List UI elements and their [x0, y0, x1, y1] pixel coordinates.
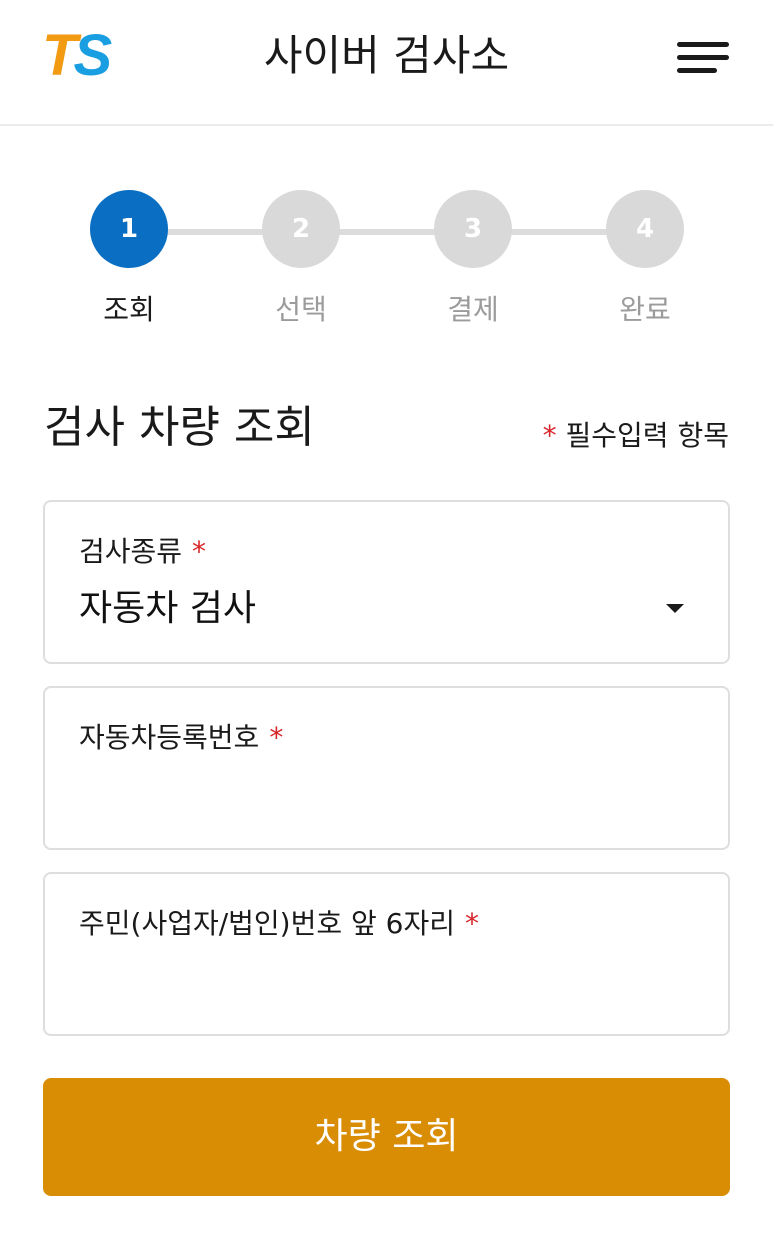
step-number: 2: [262, 190, 340, 268]
app-title: 사이버 검사소: [263, 31, 510, 80]
step-label: 완료: [619, 293, 671, 326]
menu-line: [677, 68, 717, 73]
inspection-type-value: 자동차 검사: [79, 588, 257, 629]
required-asterisk: *: [269, 721, 284, 754]
required-note: * 필수입력 항목: [543, 416, 729, 456]
progress-stepper: 1 조회 2 선택 3 결제 4 완료: [0, 190, 773, 340]
field-label-text: 주민(사업자/법인)번호 앞 6자리: [79, 907, 456, 940]
registration-number-input[interactable]: [77, 776, 697, 826]
step-number: 4: [606, 190, 684, 268]
step-2: 2 선택: [241, 190, 361, 328]
resident-number-label: 주민(사업자/법인)번호 앞 6자리 *: [79, 904, 479, 944]
menu-line: [677, 42, 729, 47]
required-note-text: 필수입력 항목: [565, 419, 729, 452]
stepper-track: [129, 229, 645, 235]
resident-number-field: 주민(사업자/법인)번호 앞 6자리 *: [43, 872, 730, 1036]
step-1: 1 조회: [69, 190, 189, 328]
section-title: 검사 차량 조회: [44, 402, 315, 453]
dropdown-caret-icon[interactable]: [666, 604, 684, 613]
registration-number-field: 자동차등록번호 *: [43, 686, 730, 850]
field-label-text: 검사종류: [79, 535, 183, 568]
required-asterisk: *: [542, 419, 557, 452]
step-4: 4 완료: [585, 190, 705, 328]
required-asterisk: *: [465, 907, 480, 940]
app-header: TS 사이버 검사소: [0, 0, 773, 126]
vehicle-search-button[interactable]: 차량 조회: [43, 1078, 730, 1196]
menu-line: [677, 55, 729, 60]
required-asterisk: *: [192, 535, 207, 568]
hamburger-menu-icon[interactable]: [677, 42, 729, 76]
field-label-text: 자동차등록번호: [79, 721, 260, 754]
step-number: 1: [90, 190, 168, 268]
step-number: 3: [434, 190, 512, 268]
inspection-type-select[interactable]: 검사종류 * 자동차 검사: [43, 500, 730, 664]
registration-number-label: 자동차등록번호 *: [79, 718, 283, 758]
resident-number-input[interactable]: [77, 962, 697, 1012]
step-label: 선택: [275, 293, 327, 326]
step-label: 결제: [447, 293, 499, 326]
inspection-type-label: 검사종류 *: [79, 532, 206, 572]
step-label: 조회: [103, 293, 155, 326]
step-3: 3 결제: [413, 190, 533, 328]
